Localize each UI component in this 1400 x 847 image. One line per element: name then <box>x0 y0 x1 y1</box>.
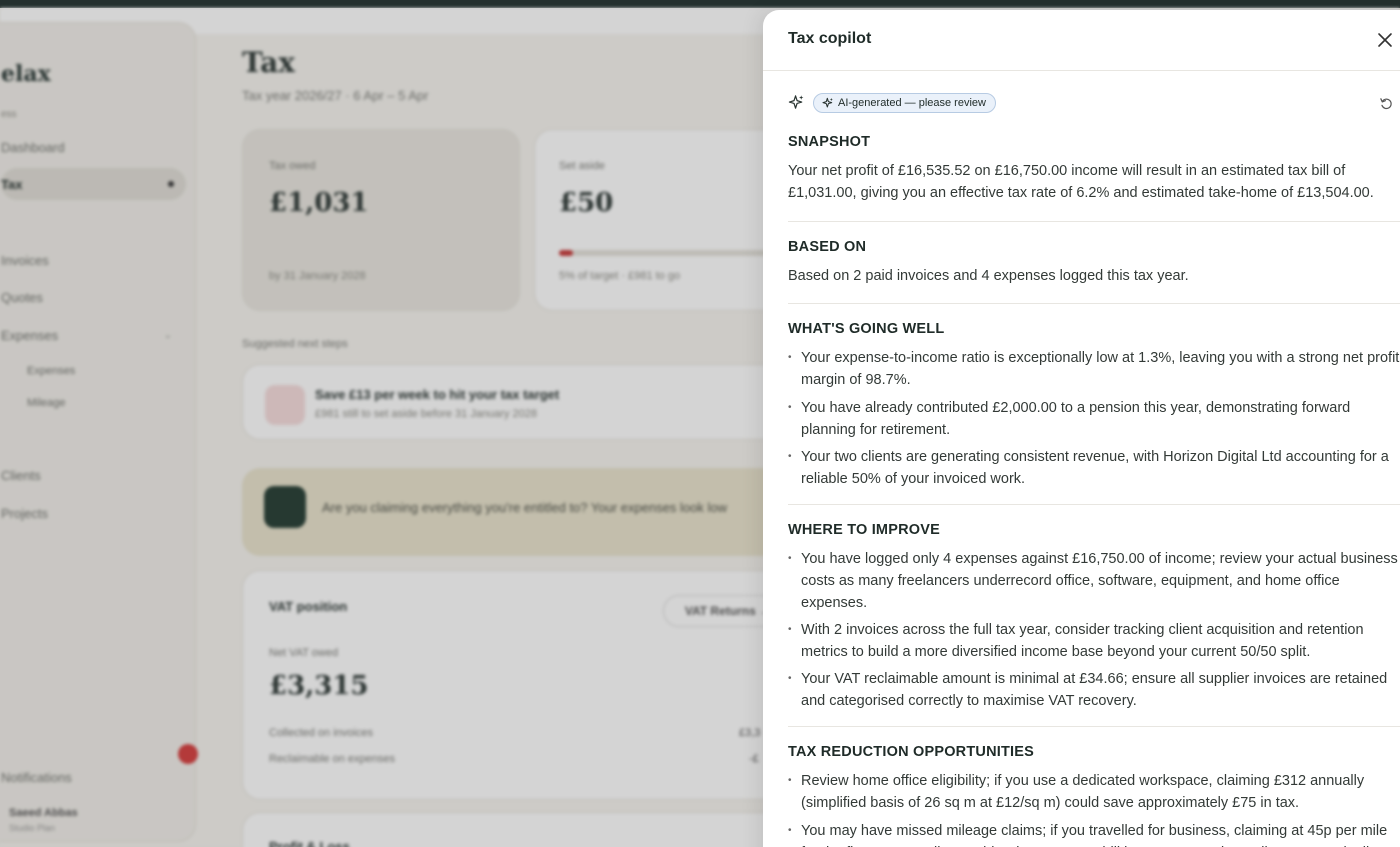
list-item-text: You may have missed mileage claims; if y… <box>801 823 1389 847</box>
divider <box>788 221 1400 222</box>
sparkles-icon <box>788 95 804 109</box>
list-item-text: Your expense-to-income ratio is exceptio… <box>801 350 1400 388</box>
close-icon <box>1378 33 1392 47</box>
divider <box>788 504 1400 505</box>
bullet-dot: • <box>788 402 792 413</box>
list-item: • Your two clients are generating consist… <box>788 446 1400 490</box>
section-heading-tax-reduction: TAX REDUCTION OPPORTUNITIES <box>788 744 1035 760</box>
bullet-dot: • <box>788 825 792 836</box>
list-item: • You have already contributed £2,000.00 … <box>788 397 1400 441</box>
section-heading-improve: WHERE TO IMPROVE <box>788 522 940 538</box>
snapshot-text: Your net profit of £16,535.52 on £16,750… <box>788 163 1374 201</box>
bullet-dot: • <box>788 352 792 363</box>
sparkles-small-icon <box>822 97 833 108</box>
list-item: • With 2 invoices across the full tax yea… <box>788 619 1400 663</box>
bullet-dot: • <box>788 451 792 462</box>
panel-header: Tax copilot <box>763 10 1400 71</box>
refresh-icon <box>1380 98 1392 110</box>
panel-title: Tax copilot <box>788 30 872 47</box>
list-item-text: Your VAT reclaimable amount is minimal a… <box>801 671 1388 709</box>
tax-copilot-panel: Tax copilot AI-generated — please review… <box>763 10 1400 847</box>
list-item: • Review home office eligibility; if you … <box>788 770 1400 814</box>
close-button[interactable] <box>1375 30 1395 50</box>
list-item: • You may have missed mileage claims; if … <box>788 820 1400 847</box>
list-item-text: You have logged only 4 expenses against … <box>801 551 1398 611</box>
list-item-text: Review home office eligibility; if you u… <box>801 773 1365 811</box>
list-item-text: You have already contributed £2,000.00 t… <box>801 400 1351 438</box>
bullet-dot: • <box>788 624 792 635</box>
based-on-text: Based on 2 paid invoices and 4 expenses … <box>788 268 1189 284</box>
section-heading-based-on: BASED ON <box>788 239 867 255</box>
list-item: • You have logged only 4 expenses against… <box>788 548 1400 614</box>
list-item: • Your VAT reclaimable amount is minimal … <box>788 668 1400 712</box>
bullet-dot: • <box>788 673 792 684</box>
bullet-dot: • <box>788 553 792 564</box>
list-item: • Your expense-to-income ratio is excepti… <box>788 347 1400 391</box>
ai-generated-badge: AI-generated — please review <box>813 93 996 113</box>
list-item-text: With 2 invoices across the full tax year… <box>801 622 1364 660</box>
ai-badge-label: AI-generated — please review <box>838 97 986 109</box>
section-heading-going-well: WHAT'S GOING WELL <box>788 321 945 337</box>
divider <box>788 726 1400 727</box>
bullet-dot: • <box>788 775 792 786</box>
regenerate-button[interactable] <box>1379 96 1394 111</box>
divider <box>788 303 1400 304</box>
list-item-text: Your two clients are generating consiste… <box>801 449 1389 487</box>
section-heading-snapshot: SNAPSHOT <box>788 134 871 150</box>
